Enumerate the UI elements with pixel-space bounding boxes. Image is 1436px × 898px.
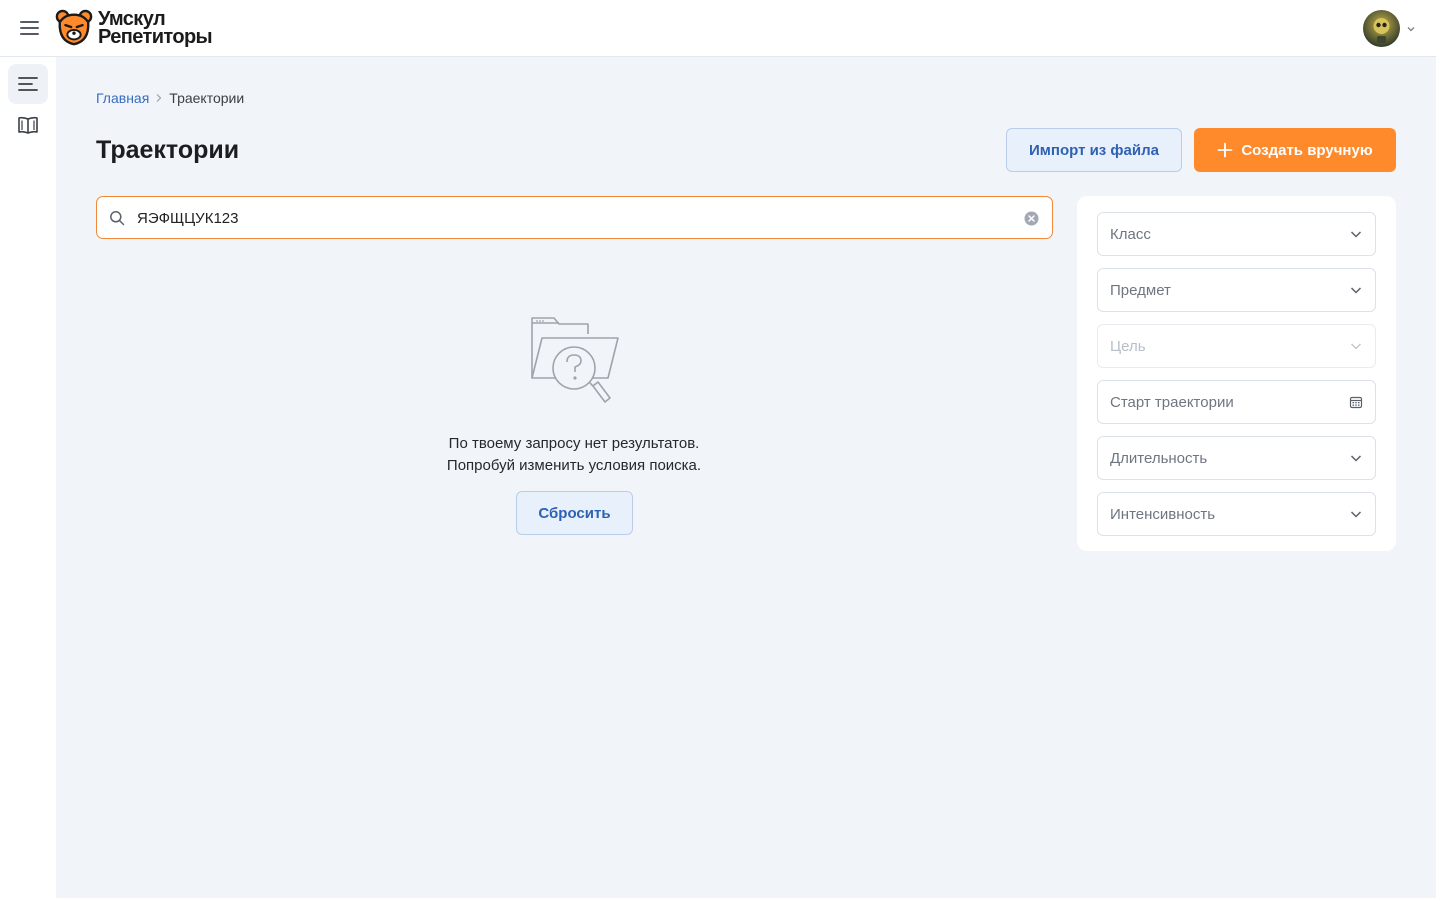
empty-state-line-2: Попробуй изменить условия поиска. xyxy=(446,457,702,474)
search-input[interactable] xyxy=(137,205,1007,231)
import-file-button[interactable]: Импорт из файла xyxy=(1006,128,1182,172)
calendar-icon xyxy=(1349,396,1363,409)
rail-item-library[interactable] xyxy=(8,105,48,145)
filter-subject-label: Предмет xyxy=(1110,281,1171,299)
logo[interactable]: Умскул Репетиторы xyxy=(55,9,213,48)
breadcrumb-current: Траектории xyxy=(169,90,245,106)
chevron-down-icon xyxy=(1350,343,1362,350)
filter-duration-label: Длительность xyxy=(1110,449,1208,467)
rail-item-trajectories[interactable] xyxy=(8,64,48,104)
logo-line-2: Репетиторы xyxy=(98,26,213,48)
chevron-right-icon xyxy=(156,94,162,102)
filter-start-date[interactable]: Старт траектории xyxy=(1097,380,1376,424)
filter-grade[interactable]: Класс xyxy=(1097,212,1376,256)
filter-grade-label: Класс xyxy=(1110,225,1151,243)
logo-text: Умскул Репетиторы xyxy=(98,9,213,48)
filter-intensity[interactable]: Интенсивность xyxy=(1097,492,1376,536)
chevron-down-icon xyxy=(1407,26,1415,31)
menu-icon[interactable] xyxy=(18,17,42,39)
chevron-down-icon xyxy=(1350,511,1362,518)
create-manually-button[interactable]: Создать вручную xyxy=(1194,128,1396,172)
create-manually-label: Создать вручную xyxy=(1241,141,1373,159)
filter-duration[interactable]: Длительность xyxy=(1097,436,1376,480)
filter-intensity-label: Интенсивность xyxy=(1110,505,1216,523)
book-icon xyxy=(18,116,38,134)
filter-goal-label: Цель xyxy=(1110,337,1146,355)
chevron-down-icon xyxy=(1350,455,1362,462)
filter-subject[interactable]: Предмет xyxy=(1097,268,1376,312)
search-box xyxy=(96,196,1053,239)
filter-start-label: Старт траектории xyxy=(1110,393,1234,411)
top-bar: Умскул Репетиторы xyxy=(0,0,1436,57)
profile-menu[interactable] xyxy=(1363,10,1416,47)
avatar xyxy=(1363,10,1400,47)
page-title: Траектории xyxy=(96,136,240,164)
clear-search-icon[interactable] xyxy=(1024,211,1039,226)
reset-button[interactable]: Сбросить xyxy=(516,491,633,535)
bear-logo-icon xyxy=(55,9,93,46)
list-icon xyxy=(18,77,38,91)
chevron-down-icon xyxy=(1350,287,1362,294)
filter-goal: Цель xyxy=(1097,324,1376,368)
empty-folder-search-icon xyxy=(531,317,619,403)
empty-state-line-1: По твоему запросу нет результатов. xyxy=(448,435,700,452)
breadcrumb-home[interactable]: Главная xyxy=(96,90,149,106)
search-icon xyxy=(110,211,125,226)
plus-icon xyxy=(1217,142,1233,158)
chevron-down-icon xyxy=(1350,231,1362,238)
side-rail xyxy=(0,57,56,898)
empty-state-message: По твоему запросу нет результатов. Попро… xyxy=(396,433,752,477)
breadcrumb: Главная Траектории xyxy=(96,90,244,106)
filters-panel: Класс Предмет Цель Старт траектории Длит… xyxy=(1077,196,1396,551)
